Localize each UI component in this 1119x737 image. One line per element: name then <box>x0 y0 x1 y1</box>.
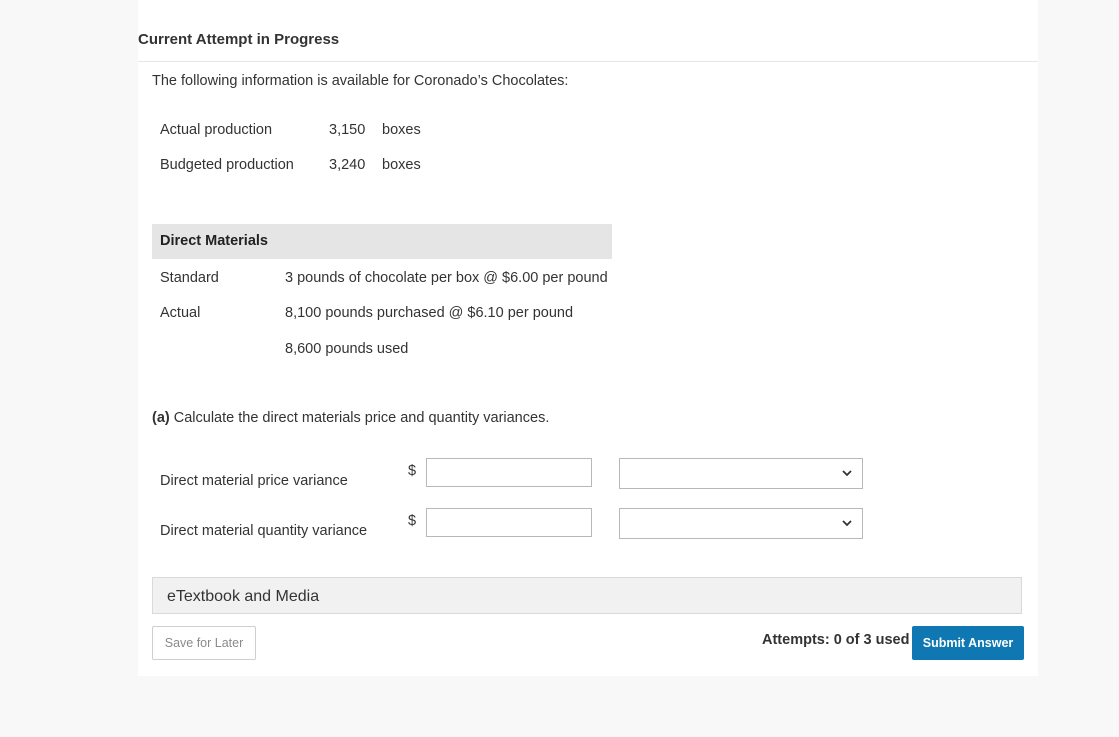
actual-used-value: 8,600 pounds used <box>285 341 409 357</box>
chevron-down-icon <box>842 470 852 477</box>
question-part: (a) <box>152 410 170 426</box>
question-text: (a) Calculate the direct materials price… <box>152 410 549 426</box>
budgeted-production-unit: boxes <box>382 157 421 173</box>
budgeted-production-label: Budgeted production <box>160 157 294 173</box>
question-card: Current Attempt in Progress The followin… <box>138 0 1038 676</box>
submit-answer-button[interactable]: Submit Answer <box>912 626 1024 660</box>
actual-purchased-value: 8,100 pounds purchased @ $6.10 per pound <box>285 305 574 321</box>
quantity-variance-label: Direct material quantity variance <box>160 523 368 539</box>
price-variance-currency: $ <box>408 463 417 479</box>
actual-production-label: Actual production <box>160 122 273 138</box>
quantity-variance-select[interactable] <box>619 508 863 539</box>
standard-value: 3 pounds of chocolate per box @ $6.00 pe… <box>285 270 608 286</box>
question-body: Calculate the direct materials price and… <box>173 410 550 426</box>
quantity-variance-currency: $ <box>408 513 417 529</box>
etextbook-media-toggle[interactable]: eTextbook and Media <box>152 577 1022 614</box>
attempt-title: Current Attempt in Progress <box>138 31 340 48</box>
intro-text: The following information is available f… <box>152 73 569 89</box>
actual-production-unit: boxes <box>382 122 421 138</box>
save-for-later-button[interactable]: Save for Later <box>152 626 256 660</box>
quantity-variance-input[interactable] <box>426 508 592 537</box>
direct-materials-heading: Direct Materials <box>160 233 268 249</box>
price-variance-select[interactable] <box>619 458 863 489</box>
chevron-down-icon <box>842 520 852 527</box>
budgeted-production-value: 3,240 <box>329 157 366 173</box>
divider <box>138 61 1038 62</box>
price-variance-label: Direct material price variance <box>160 473 348 489</box>
price-variance-input[interactable] <box>426 458 592 487</box>
direct-materials-header: Direct Materials <box>152 224 612 259</box>
actual-label: Actual <box>160 305 201 321</box>
etextbook-media-label: eTextbook and Media <box>167 588 320 605</box>
actual-production-value: 3,150 <box>329 122 366 138</box>
standard-label: Standard <box>160 270 219 286</box>
attempts-counter: Attempts: 0 of 3 used <box>762 632 910 648</box>
